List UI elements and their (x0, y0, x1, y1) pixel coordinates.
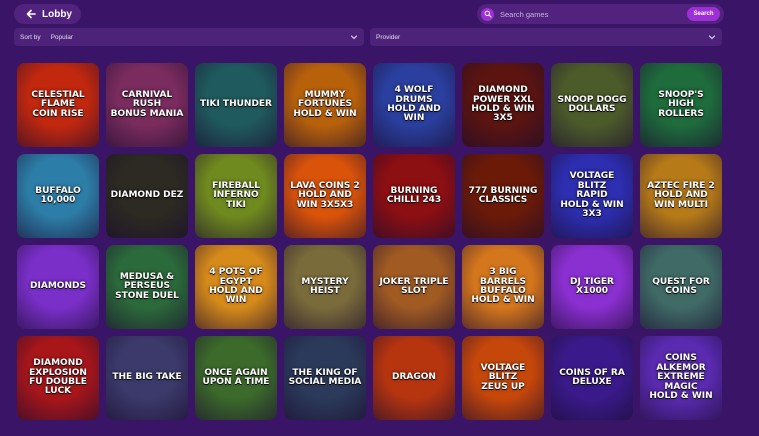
game-title: Voltage Blitz Rapid Hold & Win 3x3 (560, 171, 624, 220)
game-title: DJ Tiger x1000 (570, 276, 614, 296)
top-bar: Lobby Search (0, 0, 759, 28)
game-tile[interactable]: Lava Coins 2 Hold and Win 3x5x3 (284, 154, 366, 238)
game-title: Lava Coins 2 Hold and Win 3x5x3 (290, 180, 360, 210)
sort-by-dropdown[interactable]: Sort by Popular (14, 28, 364, 46)
game-title: 777 Burning Classics (468, 185, 538, 205)
game-tile[interactable]: Voltage Blitz Rapid Hold & Win 3x3 (551, 154, 633, 238)
game-title: Once Again Upon a Time (202, 367, 270, 387)
game-tile[interactable]: Snoop Dogg Dollars (551, 63, 633, 147)
game-title: Medusa & Perseus Stone Duel (115, 271, 179, 301)
game-tile[interactable]: Burning Chilli 243 (373, 154, 455, 238)
game-title: Diamond Dez (110, 190, 184, 201)
provider-label: Provider (376, 33, 401, 41)
game-tile[interactable]: DJ Tiger x1000 (551, 245, 633, 329)
sort-by-value: Popular (50, 33, 73, 41)
game-title: Voltage Blitz Zeus Up (480, 362, 526, 392)
game-title: Diamond Power XXL Hold & Win 3x5 (471, 85, 535, 124)
game-tile[interactable]: 4 Wolf Drums Hold and Win (373, 63, 455, 147)
filter-bar: Sort by Popular Provider (14, 28, 722, 46)
game-title: 4 Wolf Drums Hold and Win (387, 85, 441, 124)
game-tile[interactable]: Joker Triple Slot (373, 245, 455, 329)
game-title: Buffalo 10,000 (35, 185, 81, 205)
game-title: Coins of Ra Deluxe (559, 367, 625, 387)
game-tile[interactable]: The King of Social Media (284, 336, 366, 420)
game-title: Carnival Rush Bonus Mania (110, 89, 184, 119)
game-tile[interactable]: Diamond Power XXL Hold & Win 3x5 (462, 63, 544, 147)
chevron-down-icon (708, 35, 716, 40)
game-tile[interactable]: Diamond Explosion Fu Double Luck (17, 336, 99, 420)
game-tile[interactable]: Quest for Coins (640, 245, 722, 329)
game-title: Mummy Fortunes Hold & Win (293, 89, 357, 119)
game-tile[interactable]: 3 Big Barrels Buffalo Hold & Win (462, 245, 544, 329)
game-tile[interactable]: Coins of Ra Deluxe (551, 336, 633, 420)
game-title: The King of Social Media (288, 367, 362, 387)
search-button[interactable]: Search (687, 7, 720, 21)
game-tile[interactable]: Medusa & Perseus Stone Duel (106, 245, 188, 329)
game-tile[interactable]: Dragon (373, 336, 455, 420)
game-tile[interactable]: Coins Alkemor Extreme Magic Hold & Win (640, 336, 722, 420)
game-title: Snoop's High Rollers (658, 89, 704, 119)
arrow-left-icon (26, 9, 36, 19)
game-title: Snoop Dogg Dollars (557, 94, 627, 114)
game-title: Burning Chilli 243 (386, 185, 442, 205)
game-tile[interactable]: Snoop's High Rollers (640, 63, 722, 147)
provider-dropdown[interactable]: Provider (370, 28, 722, 46)
search-bar: Search (477, 4, 724, 24)
game-tile[interactable]: Diamond Dez (106, 154, 188, 238)
game-title: The Big Take (112, 372, 182, 383)
game-title: Dragon (392, 372, 436, 383)
game-title: Aztec Fire 2 Hold and Win Multi (647, 180, 715, 210)
lobby-label: Lobby (42, 8, 72, 20)
game-title: Diamonds (30, 281, 86, 292)
game-title: 3 Big Barrels Buffalo Hold & Win (471, 267, 535, 306)
game-tile[interactable]: Aztec Fire 2 Hold and Win Multi (640, 154, 722, 238)
game-title: Diamond Explosion Fu Double Luck (29, 358, 87, 397)
sort-by-label: Sort by (20, 33, 41, 41)
game-title: Celestial Flame Coin Rise (31, 89, 85, 119)
chevron-down-icon (350, 35, 358, 40)
search-input[interactable] (494, 9, 687, 19)
game-title: Coins Alkemor Extreme Magic Hold & Win (649, 353, 713, 402)
game-title: Tiki Thunder (199, 99, 272, 110)
game-tile[interactable]: 4 Pots of Egypt Hold and Win (195, 245, 277, 329)
game-tile[interactable]: Carnival Rush Bonus Mania (106, 63, 188, 147)
game-title: 4 Pots of Egypt Hold and Win (209, 267, 263, 306)
game-grid: Celestial Flame Coin Rise Carnival Rush B… (17, 63, 729, 436)
game-tile[interactable]: Mystery Heist (284, 245, 366, 329)
game-tile[interactable]: Tiki Thunder (195, 63, 277, 147)
lobby-button[interactable]: Lobby (14, 4, 81, 24)
game-title: Quest for Coins (652, 276, 710, 296)
game-tile[interactable]: Buffalo 10,000 (17, 154, 99, 238)
game-tile[interactable]: Diamonds (17, 245, 99, 329)
search-icon (481, 7, 494, 21)
game-tile[interactable]: Voltage Blitz Zeus Up (462, 336, 544, 420)
game-title: Joker Triple Slot (379, 276, 449, 296)
game-tile[interactable]: Once Again Upon a Time (195, 336, 277, 420)
game-tile[interactable]: Fireball Inferno Tiki (195, 154, 277, 238)
game-title: Mystery Heist (301, 276, 349, 296)
game-title: Fireball Inferno Tiki (212, 180, 260, 210)
game-tile[interactable]: The Big Take (106, 336, 188, 420)
game-tile[interactable]: Mummy Fortunes Hold & Win (284, 63, 366, 147)
game-tile[interactable]: 777 Burning Classics (462, 154, 544, 238)
game-tile[interactable]: Celestial Flame Coin Rise (17, 63, 99, 147)
